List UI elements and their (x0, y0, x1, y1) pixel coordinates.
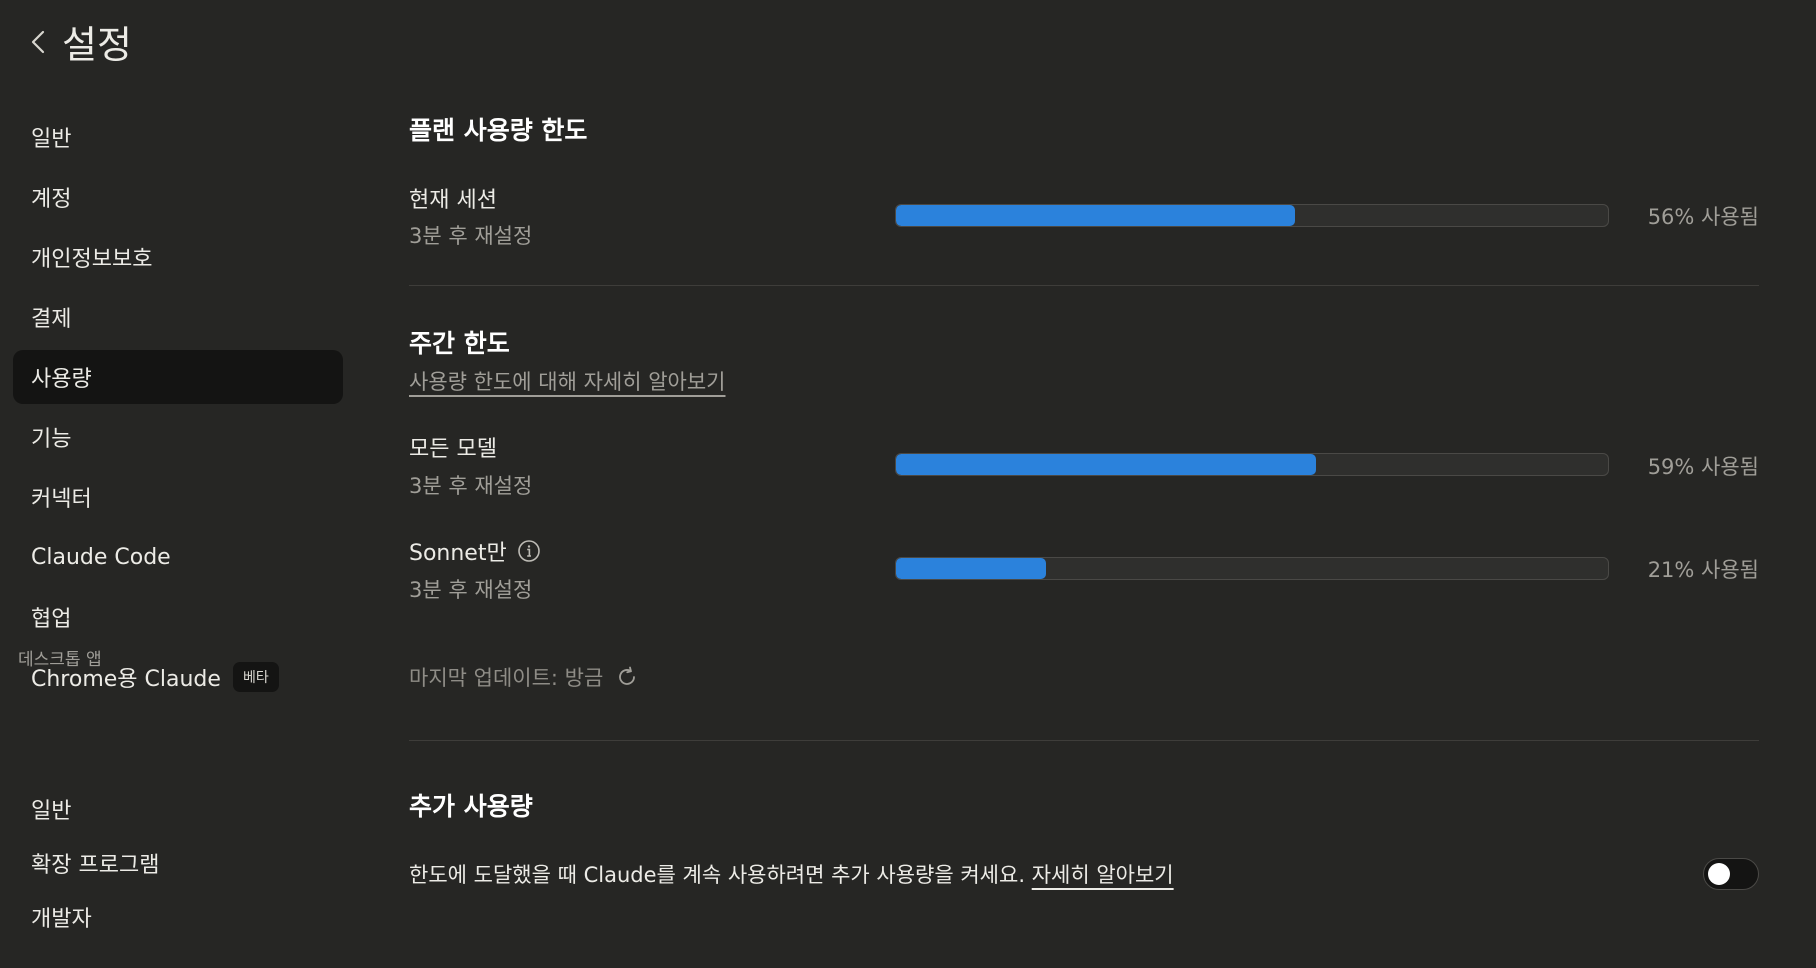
sidebar-item-billing[interactable]: 결제 (13, 290, 343, 344)
sonnet-only-progress-fill (896, 558, 1046, 579)
sidebar-item-label: 계정 (31, 187, 72, 212)
sidebar-item-label: 개발자 (31, 907, 92, 932)
sidebar-item-label: 일반 (31, 127, 72, 152)
extra-usage-learn-more-link[interactable]: 자세히 알아보기 (1032, 863, 1174, 887)
extra-usage-description: 한도에 도달했을 때 Claude를 계속 사용하려면 추가 사용량을 켜세요.… (409, 859, 1174, 889)
sidebar-item-extensions[interactable]: 확장 프로그램 (13, 839, 343, 887)
beta-badge: 베타 (232, 662, 279, 692)
sonnet-only-progress-bar (895, 557, 1609, 580)
sidebar-item-label: 일반 (31, 799, 72, 824)
current-session-percent: 56% 사용됨 (1647, 205, 1759, 229)
learn-more-usage-limits-link[interactable]: 사용량 한도에 대해 자세히 알아보기 (409, 366, 726, 396)
all-models-percent: 59% 사용됨 (1647, 455, 1759, 479)
sidebar-item-label: 사용량 (31, 367, 92, 392)
settings-page: 설정 일반 계정 개인정보보호 결제 사용량 기능 커넥터 Claude Cod… (0, 0, 1816, 968)
header: 설정 (30, 14, 132, 69)
divider (409, 740, 1759, 741)
sidebar-item-label: 기능 (31, 427, 72, 452)
chevron-left-icon[interactable] (30, 27, 50, 57)
toggle-knob (1708, 863, 1730, 885)
extra-usage-description-text: 한도에 도달했을 때 Claude를 계속 사용하려면 추가 사용량을 켜세요. (409, 863, 1026, 887)
sidebar-item-label: 커넥터 (31, 487, 92, 512)
plan-usage-title: 플랜 사용량 한도 (409, 116, 588, 145)
divider (409, 285, 1759, 286)
extra-usage-title: 추가 사용량 (409, 792, 533, 821)
sonnet-only-row: Sonnet만 (409, 535, 541, 567)
current-session-progress-fill (896, 205, 1295, 226)
current-session-label: 현재 세션 (409, 188, 497, 213)
all-models-progress-bar (895, 453, 1609, 476)
sidebar-item-collaboration[interactable]: 협업 (13, 590, 343, 644)
sidebar-section-desktop-app: 데스크톱 앱 (18, 650, 102, 670)
info-icon[interactable] (517, 539, 541, 563)
current-session-reset: 3분 후 재설정 (409, 224, 533, 248)
sidebar-item-claude-code[interactable]: Claude Code (13, 530, 343, 584)
sonnet-only-percent: 21% 사용됨 (1647, 558, 1759, 582)
sidebar-item-connectors[interactable]: 커넥터 (13, 470, 343, 524)
sidebar: 일반 계정 개인정보보호 결제 사용량 기능 커넥터 Claude Code 협… (13, 110, 343, 710)
all-models-label: 모든 모델 (409, 437, 497, 462)
extra-usage-toggle[interactable] (1703, 858, 1759, 890)
sidebar-item-label: 확장 프로그램 (31, 853, 160, 878)
sidebar-item-features[interactable]: 기능 (13, 410, 343, 464)
weekly-limits-title: 주간 한도 (409, 329, 510, 358)
sonnet-only-label: Sonnet만 (409, 541, 507, 566)
sidebar-item-label: 결제 (31, 307, 72, 332)
sidebar-item-developer[interactable]: 개발자 (13, 893, 343, 941)
last-updated: 마지막 업데이트: 방금 (409, 662, 639, 692)
sidebar-item-usage[interactable]: 사용량 (13, 350, 343, 404)
last-updated-text: 마지막 업데이트: 방금 (409, 666, 604, 690)
sidebar-item-desktop-general[interactable]: 일반 (13, 785, 343, 833)
sidebar-item-label: 개인정보보호 (31, 247, 153, 272)
sidebar-item-account[interactable]: 계정 (13, 170, 343, 224)
current-session-progress-bar (895, 204, 1609, 227)
sidebar-item-label: Claude Code (31, 544, 171, 570)
page-title: 설정 (62, 23, 132, 67)
sidebar-item-label: 협업 (31, 607, 72, 632)
sidebar-desktop: 일반 확장 프로그램 개발자 (13, 785, 343, 947)
sidebar-item-privacy[interactable]: 개인정보보호 (13, 230, 343, 284)
sidebar-item-general[interactable]: 일반 (13, 110, 343, 164)
sonnet-only-reset: 3분 후 재설정 (409, 578, 533, 602)
all-models-reset: 3분 후 재설정 (409, 474, 533, 498)
all-models-progress-fill (896, 454, 1317, 475)
refresh-icon[interactable] (615, 665, 639, 689)
